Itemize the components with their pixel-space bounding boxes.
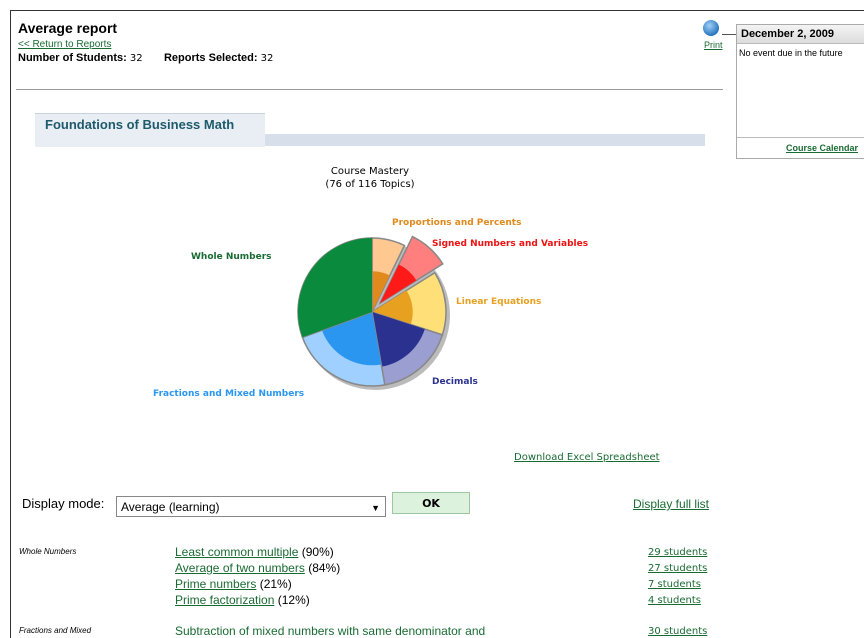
topic-row: Prime numbers (21%) xyxy=(175,577,292,591)
slice-label-proportions: Proportions and Percents xyxy=(392,218,522,228)
students-link[interactable]: 4 students xyxy=(648,595,701,606)
topic-percent: (90%) xyxy=(301,545,334,559)
display-mode-label: Display mode: xyxy=(22,496,105,511)
topic-row: Average of two numbers (84%) xyxy=(175,561,340,575)
category-label-whole-numbers: Whole Numbers xyxy=(19,547,77,556)
ok-button[interactable]: OK xyxy=(392,492,470,514)
topic-row: Subtraction of mixed numbers with same d… xyxy=(175,624,485,638)
topic-link[interactable]: Subtraction of mixed numbers with same d… xyxy=(175,624,485,638)
students-link[interactable]: 29 students xyxy=(648,547,707,558)
display-full-list-link[interactable]: Display full list xyxy=(633,497,709,511)
display-mode-select[interactable]: Average (learning) ▼ xyxy=(116,496,386,517)
category-label-fractions: Fractions and Mixed xyxy=(19,626,92,635)
students-link[interactable]: 27 students xyxy=(648,563,707,574)
topic-percent: (12%) xyxy=(277,593,310,607)
topic-link[interactable]: Prime factorization xyxy=(175,593,274,607)
students-link[interactable]: 30 students xyxy=(648,626,707,637)
mastery-pie-chart xyxy=(297,235,450,390)
topic-row: Prime factorization (12%) xyxy=(175,593,310,607)
topic-row: Least common multiple (90%) xyxy=(175,545,334,559)
topic-link[interactable]: Average of two numbers xyxy=(175,561,305,575)
topic-link[interactable]: Least common multiple xyxy=(175,545,298,559)
topic-percent: (84%) xyxy=(308,561,341,575)
slice-label-fractions: Fractions and Mixed Numbers xyxy=(153,389,305,399)
slice-label-linear-equations: Linear Equations xyxy=(456,297,542,307)
display-mode-value: Average (learning) xyxy=(121,500,220,514)
download-spreadsheet-link[interactable]: Download Excel Spreadsheet xyxy=(514,452,660,463)
slice-label-decimals: Decimals xyxy=(432,377,478,387)
slice-label-signed-numbers: Signed Numbers and Variables xyxy=(432,239,589,249)
students-link[interactable]: 7 students xyxy=(648,579,701,590)
topic-link[interactable]: Prime numbers xyxy=(175,577,256,591)
dropdown-arrow-icon: ▼ xyxy=(371,503,380,513)
topic-percent: (21%) xyxy=(259,577,292,591)
slice-label-whole-numbers: Whole Numbers xyxy=(191,252,272,262)
